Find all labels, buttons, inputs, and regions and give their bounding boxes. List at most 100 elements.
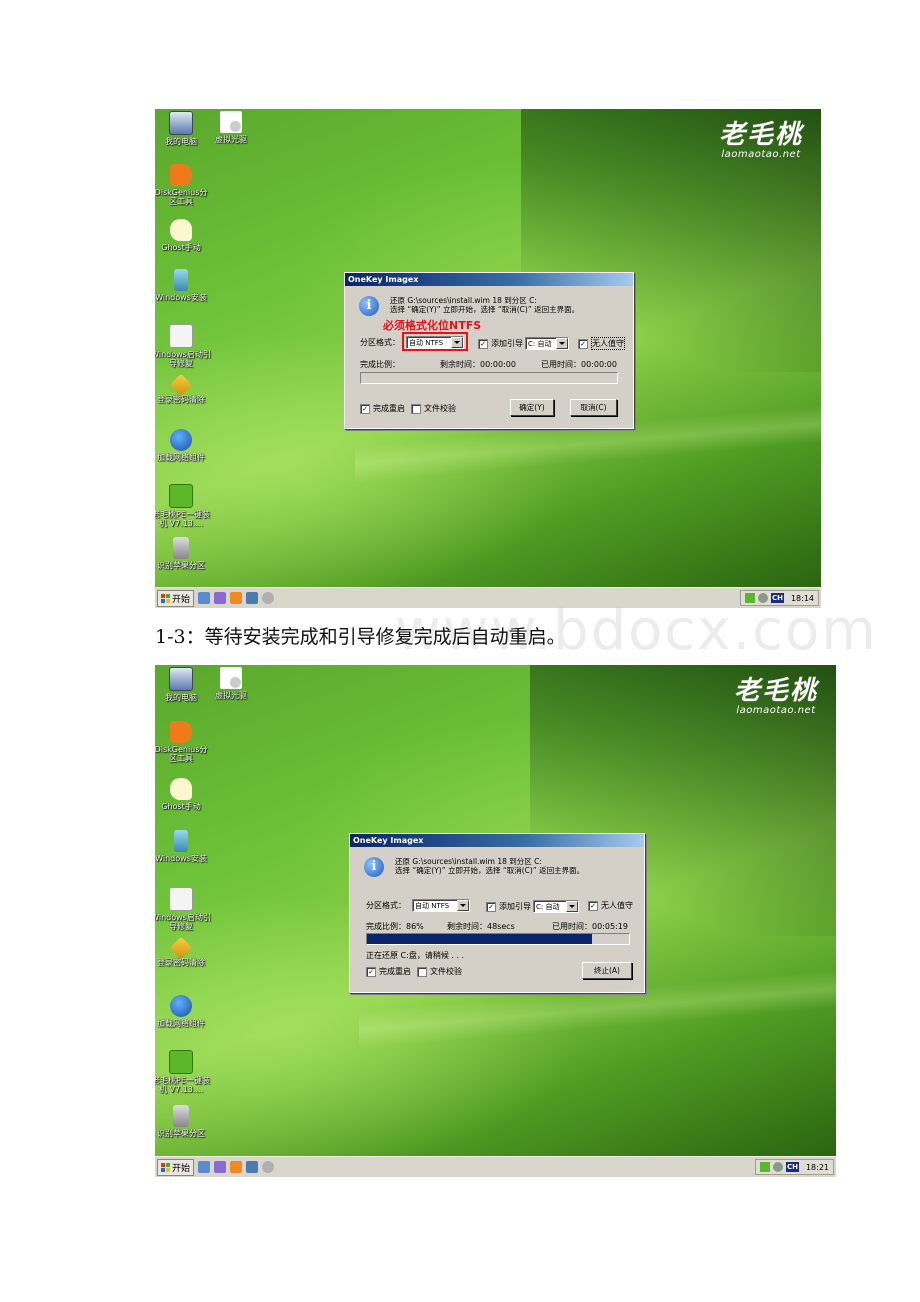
virtual-drive-icon bbox=[220, 111, 242, 133]
icon-label: Ghost手动 bbox=[161, 243, 201, 252]
tray-network-icon[interactable] bbox=[757, 593, 768, 603]
ime-indicator[interactable]: CH bbox=[770, 593, 784, 603]
unattended-checkbox[interactable]: ✓ bbox=[578, 338, 588, 349]
quicklaunch-eraser-icon[interactable] bbox=[262, 592, 275, 604]
quicklaunch-eraser-icon[interactable] bbox=[262, 1161, 275, 1173]
quicklaunch-desktop-icon[interactable] bbox=[198, 1161, 211, 1173]
ghost-icon bbox=[170, 778, 192, 800]
progress-info-row: 完成比例： 86% bbox=[366, 921, 424, 932]
add-boot-label: 添加引导 bbox=[499, 902, 531, 911]
info-icon: i bbox=[364, 857, 384, 877]
desktop-icon-diskgenius[interactable]: DiskGenius分区工具 bbox=[155, 164, 211, 206]
elapsed-row: 已用时间： 00:05:19 bbox=[552, 921, 628, 932]
logo-url: laomaotao.net bbox=[736, 705, 816, 716]
cancel-button[interactable]: 取消(C) bbox=[570, 399, 617, 416]
verify-checkbox[interactable] bbox=[417, 966, 427, 977]
disk-drive-icon bbox=[173, 537, 189, 559]
elapsed-value: 00:00:00 bbox=[581, 360, 617, 369]
desktop-icon-password-clear[interactable]: 登录密码清除 bbox=[155, 373, 211, 404]
add-boot-row: ✓ 添加引导 C: 自动 bbox=[478, 337, 569, 350]
quicklaunch-screen-icon[interactable] bbox=[246, 1161, 259, 1173]
desktop-icon-windows-install[interactable]: Windows安装 bbox=[155, 830, 211, 863]
dialog-message: 还原 G:\sources\install.wim 18 到分区 C: 选择 “… bbox=[395, 857, 584, 875]
start-button[interactable]: 开始 bbox=[157, 1158, 195, 1176]
partition-format-select[interactable]: 自动 NTFS bbox=[406, 336, 464, 349]
desktop-icon-network[interactable]: 加载网络组件 bbox=[155, 429, 211, 462]
desktop-icon-apple-partition[interactable]: 识别苹果分区 bbox=[155, 537, 211, 570]
desktop-icon-password-clear[interactable]: 登录密码清除 bbox=[155, 936, 211, 967]
icon-label: 加载网络组件 bbox=[157, 453, 205, 462]
icon-label: DiskGenius分区工具 bbox=[155, 745, 208, 763]
tray-laomaotao-icon[interactable] bbox=[759, 1162, 770, 1172]
dialog-message: 还原 G:\sources\install.wim 18 到分区 C: 选择 “… bbox=[390, 296, 579, 314]
ime-indicator[interactable]: CH bbox=[785, 1162, 799, 1172]
start-label: 开始 bbox=[172, 1163, 191, 1174]
progress-bar bbox=[360, 372, 618, 384]
logo-url: laomaotao.net bbox=[721, 149, 801, 160]
desktop-icon-boot-repair[interactable]: Windows启动引导修复 bbox=[155, 887, 211, 931]
tray-laomaotao-icon[interactable] bbox=[744, 593, 755, 603]
start-button[interactable]: 开始 bbox=[157, 589, 195, 607]
abort-button[interactable]: 终止(A) bbox=[582, 962, 632, 979]
quicklaunch-tool-icon[interactable] bbox=[214, 592, 227, 604]
reboot-checkbox[interactable]: ✓ bbox=[360, 403, 370, 414]
desktop-icon-laomaotao-installer[interactable]: 老毛桃PE一键装机 V7.13.... bbox=[155, 484, 211, 528]
start-label: 开始 bbox=[172, 594, 191, 605]
quicklaunch-desktop-icon[interactable] bbox=[198, 592, 211, 604]
desktop-icon-virtual-drive[interactable]: 虚拟光驱 bbox=[201, 111, 261, 144]
reboot-checkbox[interactable]: ✓ bbox=[366, 966, 376, 977]
system-tray: CH 18:21 bbox=[754, 1159, 834, 1175]
ok-button[interactable]: 确定(Y) bbox=[510, 399, 554, 416]
elapsed-row: 已用时间： 00:00:00 bbox=[541, 359, 617, 370]
quicklaunch-tool-icon[interactable] bbox=[214, 1161, 227, 1173]
add-boot-checkbox[interactable]: ✓ bbox=[486, 901, 496, 912]
partition-format-row: 分区格式： 自动 NTFS bbox=[366, 899, 470, 912]
desktop-icon-ghost[interactable]: Ghost手动 bbox=[155, 219, 211, 252]
desktop-icon-boot-repair[interactable]: Windows启动引导修复 bbox=[155, 324, 211, 368]
icon-label: 我的电脑 bbox=[165, 137, 197, 146]
repair-kit-icon bbox=[169, 887, 193, 911]
laomaotao-installer-icon bbox=[169, 1050, 193, 1074]
icon-label: 老毛桃PE一键装机 V7.13.... bbox=[155, 1076, 210, 1094]
chevron-down-icon[interactable] bbox=[451, 337, 463, 348]
quicklaunch-folder-icon[interactable] bbox=[230, 592, 243, 604]
reboot-label: 完成重启 bbox=[373, 404, 405, 413]
progress-info-row: 完成比例： bbox=[360, 359, 400, 370]
desktop-icon-windows-install[interactable]: Windows安装 bbox=[155, 269, 211, 302]
globe-icon bbox=[170, 429, 192, 451]
verify-label: 文件校验 bbox=[424, 404, 456, 413]
progress-label: 完成比例： bbox=[360, 360, 400, 369]
progress-fill bbox=[367, 934, 593, 944]
partition-format-select[interactable]: 自动 NTFS bbox=[412, 899, 470, 912]
reboot-label: 完成重启 bbox=[379, 967, 411, 976]
desktop-icon-diskgenius[interactable]: DiskGenius分区工具 bbox=[155, 721, 211, 763]
add-boot-checkbox[interactable]: ✓ bbox=[478, 338, 488, 349]
unattended-checkbox[interactable]: ✓ bbox=[588, 900, 598, 911]
quicklaunch-screen-icon[interactable] bbox=[246, 592, 259, 604]
verify-checkbox[interactable] bbox=[411, 403, 421, 414]
globe-icon bbox=[170, 995, 192, 1017]
boot-drive-select[interactable]: C: 自动 bbox=[533, 900, 579, 913]
chevron-down-icon[interactable] bbox=[457, 900, 469, 911]
partition-format-value: 自动 NTFS bbox=[415, 901, 450, 910]
chevron-down-icon[interactable] bbox=[566, 901, 578, 912]
desktop-icon-network[interactable]: 加载网络组件 bbox=[155, 995, 211, 1028]
boot-drive-select[interactable]: C: 自动 bbox=[525, 337, 569, 350]
quicklaunch-folder-icon[interactable] bbox=[230, 1161, 243, 1173]
unattended-label: 无人值守 bbox=[591, 337, 625, 350]
add-boot-row: ✓ 添加引导 C: 自动 bbox=[486, 900, 579, 913]
progress-value: 86% bbox=[406, 922, 424, 931]
desktop-icon-apple-partition[interactable]: 识别苹果分区 bbox=[155, 1105, 211, 1138]
desktop-icon-ghost[interactable]: Ghost手动 bbox=[155, 778, 211, 811]
message-line-1: 还原 G:\sources\install.wim 18 到分区 C: bbox=[395, 857, 542, 866]
desktop-icon-virtual-drive[interactable]: 虚拟光驱 bbox=[201, 667, 261, 700]
boot-drive-value: C: 自动 bbox=[536, 902, 560, 911]
laomaotao-logo: 老毛桃 laomaotao.net bbox=[734, 677, 818, 716]
windows-install-icon bbox=[174, 269, 188, 291]
remaining-row: 剩余时间： 48secs bbox=[447, 921, 515, 932]
desktop-icon-laomaotao-installer[interactable]: 老毛桃PE一键装机 V7.13.... bbox=[155, 1050, 211, 1094]
chevron-down-icon[interactable] bbox=[556, 338, 568, 349]
logo-chinese: 老毛桃 bbox=[733, 676, 818, 706]
icon-label: 登录密码清除 bbox=[157, 958, 205, 967]
tray-network-icon[interactable] bbox=[772, 1162, 783, 1172]
